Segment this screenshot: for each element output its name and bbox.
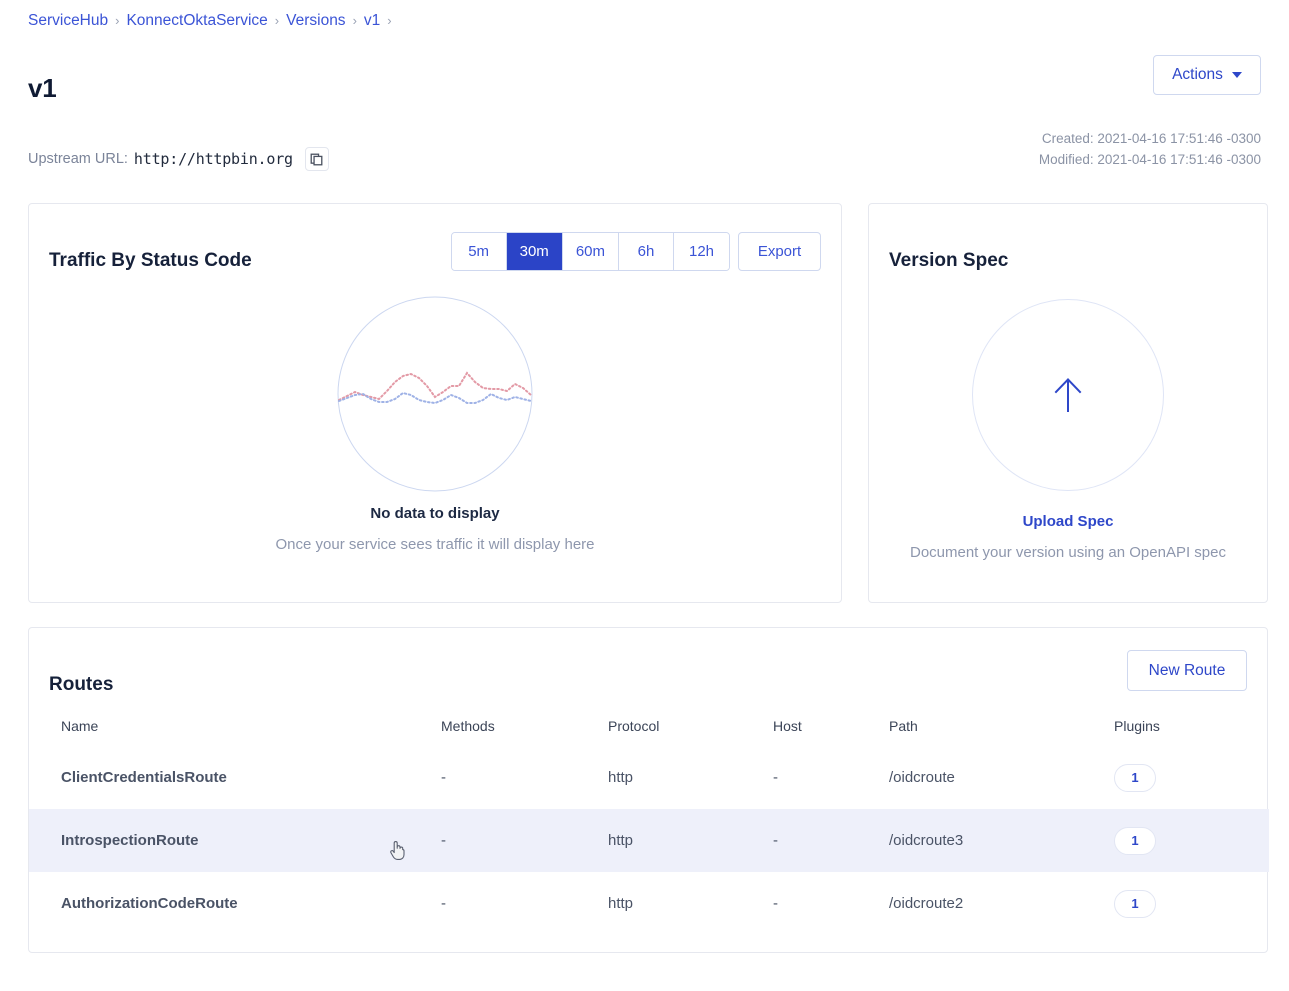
cell-route-plugins: 1 xyxy=(1114,746,1269,809)
column-header-host[interactable]: Host xyxy=(773,706,889,746)
cell-route-path: /oidcroute2 xyxy=(889,872,1114,935)
upstream-url-row: Upstream URL: http://httpbin.org xyxy=(28,147,329,171)
page-root: ServiceHub › KonnectOktaService › Versio… xyxy=(0,0,1289,991)
breadcrumb-separator-icon: › xyxy=(387,11,391,31)
cell-route-protocol: http xyxy=(608,872,773,935)
export-button[interactable]: Export xyxy=(738,232,821,271)
column-header-name[interactable]: Name xyxy=(29,706,441,746)
time-range-60m[interactable]: 60m xyxy=(563,233,619,270)
page-title: v1 xyxy=(28,73,57,104)
upstream-url-value: http://httpbin.org xyxy=(134,150,293,168)
cell-route-name: IntrospectionRoute xyxy=(29,809,441,872)
plugins-count-badge[interactable]: 1 xyxy=(1114,764,1156,792)
version-spec-empty-state: Upload Spec Document your version using … xyxy=(869,299,1267,561)
traffic-by-status-code-card: Traffic By Status Code 5m 30m 60m 6h 12h… xyxy=(28,203,842,603)
table-row[interactable]: ClientCredentialsRoute - http - /oidcrou… xyxy=(29,746,1269,809)
cell-route-path: /oidcroute3 xyxy=(889,809,1114,872)
version-spec-card: Version Spec Upload Spec Document your v… xyxy=(868,203,1268,603)
traffic-empty-title: No data to display xyxy=(370,505,499,522)
cell-route-methods: - xyxy=(441,809,608,872)
cell-route-host: - xyxy=(773,809,889,872)
time-range-6h[interactable]: 6h xyxy=(619,233,674,270)
table-row[interactable]: AuthorizationCodeRoute - http - /oidcrou… xyxy=(29,872,1269,935)
routes-card: Routes New Route Name Methods Protocol H… xyxy=(28,627,1268,953)
plugins-count-badge[interactable]: 1 xyxy=(1114,890,1156,918)
routes-table-head: Name Methods Protocol Host Path Plugins xyxy=(29,706,1269,746)
upload-spec-subtitle: Document your version using an OpenAPI s… xyxy=(910,544,1226,561)
traffic-empty-state: No data to display Once your service see… xyxy=(29,296,841,553)
cell-route-name: ClientCredentialsRoute xyxy=(29,746,441,809)
column-header-methods[interactable]: Methods xyxy=(441,706,608,746)
cell-route-name: AuthorizationCodeRoute xyxy=(29,872,441,935)
routes-card-title: Routes xyxy=(49,674,113,696)
new-route-button[interactable]: New Route xyxy=(1127,650,1247,691)
column-header-protocol[interactable]: Protocol xyxy=(608,706,773,746)
breadcrumb-item-v1[interactable]: v1 xyxy=(364,11,380,31)
cell-route-methods: - xyxy=(441,746,608,809)
version-spec-title: Version Spec xyxy=(889,250,1008,272)
cell-route-path: /oidcroute xyxy=(889,746,1114,809)
column-header-plugins[interactable]: Plugins xyxy=(1114,706,1269,746)
traffic-empty-subtitle: Once your service sees traffic it will d… xyxy=(275,536,594,553)
mouse-cursor-pointer-icon xyxy=(389,840,406,861)
cell-route-host: - xyxy=(773,746,889,809)
time-range-5m[interactable]: 5m xyxy=(452,233,507,270)
breadcrumb: ServiceHub › KonnectOktaService › Versio… xyxy=(28,11,399,31)
modified-timestamp: Modified: 2021-04-16 17:51:46 -0300 xyxy=(1039,149,1261,170)
copy-icon xyxy=(310,153,323,166)
breadcrumb-item-service[interactable]: KonnectOktaService xyxy=(126,11,267,31)
breadcrumb-separator-icon: › xyxy=(353,11,357,31)
empty-chart-illustration-icon xyxy=(337,296,533,492)
copy-url-button[interactable] xyxy=(305,147,329,171)
upload-spec-link[interactable]: Upload Spec xyxy=(1023,513,1114,530)
upload-arrow-icon xyxy=(1051,375,1085,415)
cell-route-methods: - xyxy=(441,872,608,935)
cell-route-plugins: 1 xyxy=(1114,809,1269,872)
time-range-30m[interactable]: 30m xyxy=(507,233,563,270)
chevron-down-icon xyxy=(1232,72,1242,78)
traffic-card-title: Traffic By Status Code xyxy=(49,250,252,272)
routes-table: Name Methods Protocol Host Path Plugins … xyxy=(29,706,1269,935)
upload-spec-dropzone[interactable] xyxy=(972,299,1164,491)
cell-route-protocol: http xyxy=(608,809,773,872)
upstream-url-label: Upstream URL: xyxy=(28,151,128,167)
time-range-12h[interactable]: 12h xyxy=(674,233,729,270)
routes-table-header-row: Name Methods Protocol Host Path Plugins xyxy=(29,706,1269,746)
table-row[interactable]: IntrospectionRoute - http - /oidcroute3 … xyxy=(29,809,1269,872)
cell-route-plugins: 1 xyxy=(1114,872,1269,935)
actions-button[interactable]: Actions xyxy=(1153,55,1261,95)
time-range-button-group: 5m 30m 60m 6h 12h xyxy=(451,232,730,271)
actions-button-label: Actions xyxy=(1172,66,1223,84)
timestamps: Created: 2021-04-16 17:51:46 -0300 Modif… xyxy=(1039,128,1261,170)
cell-route-protocol: http xyxy=(608,746,773,809)
breadcrumb-separator-icon: › xyxy=(275,11,279,31)
plugins-count-badge[interactable]: 1 xyxy=(1114,827,1156,855)
column-header-path[interactable]: Path xyxy=(889,706,1114,746)
breadcrumb-item-versions[interactable]: Versions xyxy=(286,11,345,31)
breadcrumb-separator-icon: › xyxy=(115,11,119,31)
cell-route-host: - xyxy=(773,872,889,935)
breadcrumb-item-servicehub[interactable]: ServiceHub xyxy=(28,11,108,31)
created-timestamp: Created: 2021-04-16 17:51:46 -0300 xyxy=(1039,128,1261,149)
routes-table-body: ClientCredentialsRoute - http - /oidcrou… xyxy=(29,746,1269,935)
